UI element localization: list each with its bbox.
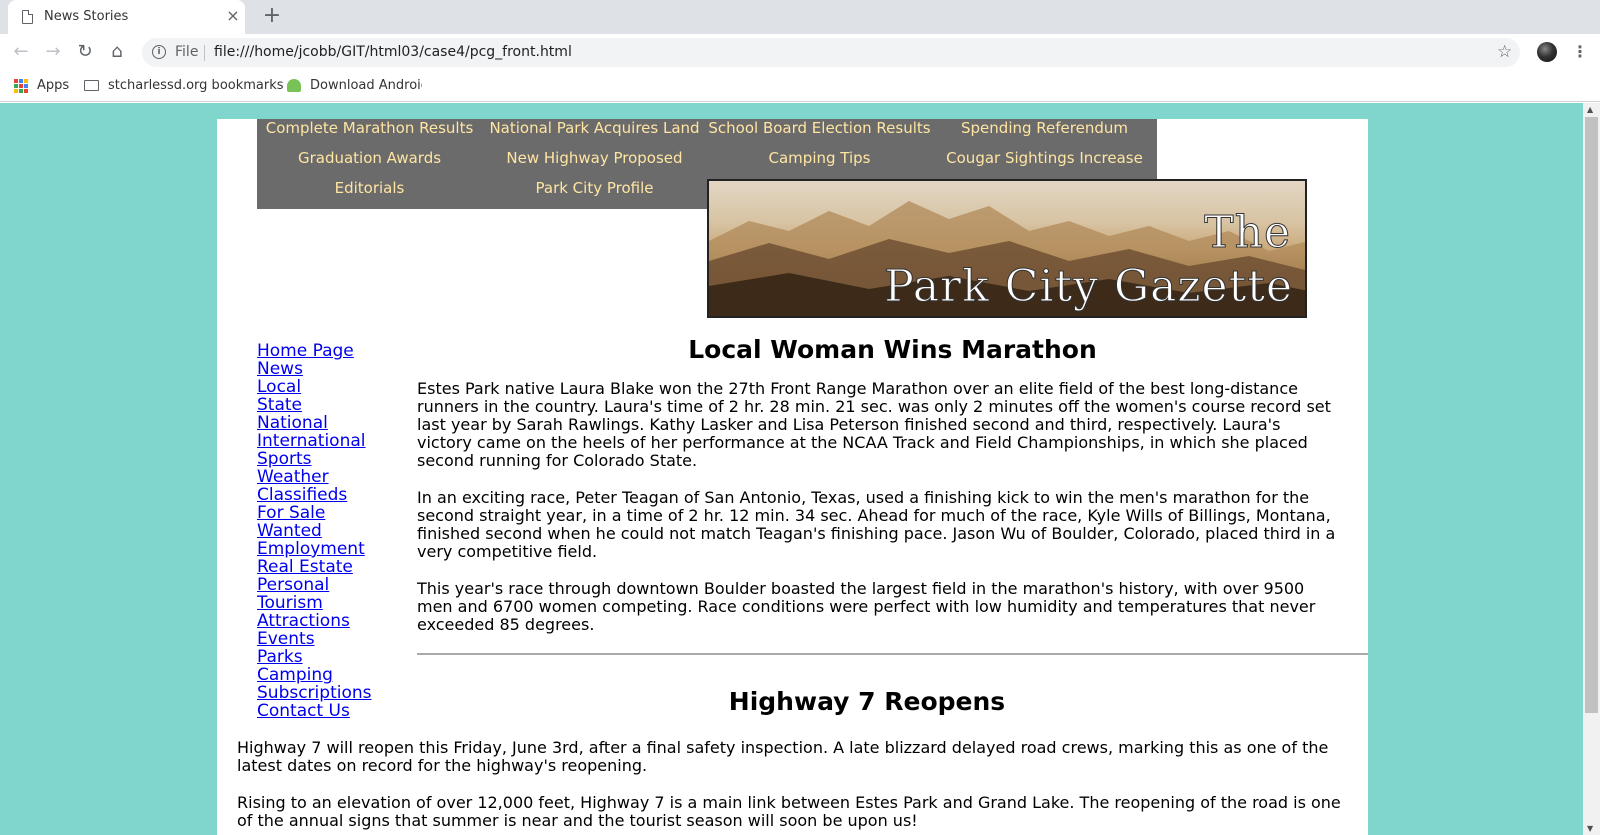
- bookmark-star-icon[interactable]: ☆: [1497, 42, 1512, 62]
- side-navigation: Home Page News Local State National Inte…: [257, 342, 407, 720]
- sidenav-link-weather[interactable]: Weather: [257, 468, 407, 486]
- page-container: Complete Marathon Results National Park …: [217, 119, 1368, 835]
- bookmarks-bar: Apps stcharlessd.org bookmarks Download …: [0, 70, 1600, 102]
- sidenav-link-state[interactable]: State: [257, 396, 407, 414]
- sidenav-link-real-estate[interactable]: Real Estate: [257, 558, 407, 576]
- sidenav-link-attractions[interactable]: Attractions: [257, 612, 407, 630]
- new-tab-button[interactable]: +: [260, 4, 284, 28]
- masthead-banner: The Park City Gazette: [707, 179, 1307, 318]
- scroll-up-arrow-icon[interactable]: ▲: [1587, 105, 1593, 114]
- topnav-link-cougar-sightings[interactable]: Cougar Sightings Increase: [932, 149, 1157, 179]
- tab-strip: News Stories × +: [0, 0, 1600, 34]
- topnav-link-camping-tips[interactable]: Camping Tips: [707, 149, 932, 179]
- article-divider: [417, 653, 1368, 655]
- banner-title-name: Park City Gazette: [884, 261, 1293, 313]
- address-bar[interactable]: i File file:///home/jcobb/GIT/html03/cas…: [142, 38, 1520, 67]
- topnav-link-marathon-results[interactable]: Complete Marathon Results: [257, 119, 482, 149]
- forward-icon[interactable]: →: [41, 40, 65, 64]
- folder-icon: [84, 80, 99, 91]
- article-marathon: Local Woman Wins Marathon Estes Park nat…: [417, 335, 1368, 655]
- scroll-down-arrow-icon[interactable]: ▼: [1587, 824, 1593, 833]
- android-icon: [287, 79, 301, 92]
- sidenav-link-national[interactable]: National: [257, 414, 407, 432]
- tab-title: News Stories: [44, 9, 129, 24]
- topnav-link-new-highway[interactable]: New Highway Proposed: [482, 149, 707, 179]
- topnav-link-graduation-awards[interactable]: Graduation Awards: [257, 149, 482, 179]
- article-paragraph-highway: Highway 7 will reopen this Friday, June …: [237, 738, 1329, 775]
- sidenav-link-tourism[interactable]: Tourism: [257, 594, 407, 612]
- url-text[interactable]: file:///home/jcobb/GIT/html03/case4/pcg_…: [214, 44, 572, 60]
- sidenav-link-camping[interactable]: Camping: [257, 666, 407, 684]
- page-icon: [22, 10, 33, 24]
- info-icon[interactable]: i: [152, 45, 166, 59]
- bookmark-folder-stcharlessd[interactable]: stcharlessd.org bookmarks: [108, 78, 284, 93]
- bookmark-download-android[interactable]: Download Android: [310, 78, 422, 93]
- sidenav-link-international[interactable]: International: [257, 432, 407, 450]
- close-tab-icon[interactable]: ×: [224, 7, 242, 25]
- article-paragraph-highway: Rising to an elevation of over 12,000 fe…: [237, 793, 1341, 830]
- vertical-scrollbar[interactable]: ▲ ▼: [1583, 103, 1600, 835]
- sidenav-link-sports[interactable]: Sports: [257, 450, 407, 468]
- bookmark-apps[interactable]: Apps: [37, 78, 69, 93]
- topnav-link-spending-referendum[interactable]: Spending Referendum: [932, 119, 1157, 149]
- banner-title-the: The: [1204, 207, 1291, 259]
- sidenav-link-personal[interactable]: Personal: [257, 576, 407, 594]
- scrollbar-thumb[interactable]: [1585, 117, 1598, 713]
- topnav-link-editorials[interactable]: Editorials: [257, 179, 482, 209]
- topnav-link-park-city-profile[interactable]: Park City Profile: [482, 179, 707, 209]
- sidenav-link-parks[interactable]: Parks: [257, 648, 407, 666]
- topnav-link-school-board[interactable]: School Board Election Results: [707, 119, 932, 149]
- article-paragraph: This year's race through downtown Boulde…: [417, 579, 1316, 634]
- browser-menu-icon[interactable]: ⋮: [1572, 40, 1588, 64]
- profile-avatar[interactable]: [1537, 42, 1557, 62]
- article-paragraph: Estes Park native Laura Blake won the 27…: [417, 379, 1331, 470]
- back-icon[interactable]: ←: [9, 40, 33, 64]
- article-title-highway: Highway 7 Reopens: [728, 687, 1006, 716]
- sidenav-link-news[interactable]: News: [257, 360, 407, 378]
- article-title: Local Woman Wins Marathon: [688, 335, 1097, 364]
- sidenav-link-for-sale[interactable]: For Sale: [257, 504, 407, 522]
- article-paragraph: In an exciting race, Peter Teagan of San…: [417, 488, 1336, 561]
- sidenav-link-home-page[interactable]: Home Page: [257, 342, 407, 360]
- topnav-link-national-park[interactable]: National Park Acquires Land: [482, 119, 707, 149]
- sidenav-link-employment[interactable]: Employment: [257, 540, 407, 558]
- apps-grid-icon[interactable]: [14, 79, 28, 93]
- sidenav-link-wanted[interactable]: Wanted: [257, 522, 407, 540]
- sidenav-link-subscriptions[interactable]: Subscriptions: [257, 684, 407, 702]
- active-tab[interactable]: News Stories ×: [8, 0, 245, 34]
- sidenav-link-events[interactable]: Events: [257, 630, 407, 648]
- sidenav-link-classifieds[interactable]: Classifieds: [257, 486, 407, 504]
- sidenav-link-contact-us[interactable]: Contact Us: [257, 702, 407, 720]
- sidenav-link-local[interactable]: Local: [257, 378, 407, 396]
- browser-toolbar: ← → ↻ ⌂ i File file:///home/jcobb/GIT/ht…: [0, 34, 1600, 70]
- scheme-label: File: [175, 44, 199, 60]
- reload-icon[interactable]: ↻: [73, 40, 97, 64]
- omnibox-divider: [204, 45, 205, 61]
- page-viewport: Complete Marathon Results National Park …: [0, 103, 1583, 835]
- home-icon[interactable]: ⌂: [105, 40, 129, 64]
